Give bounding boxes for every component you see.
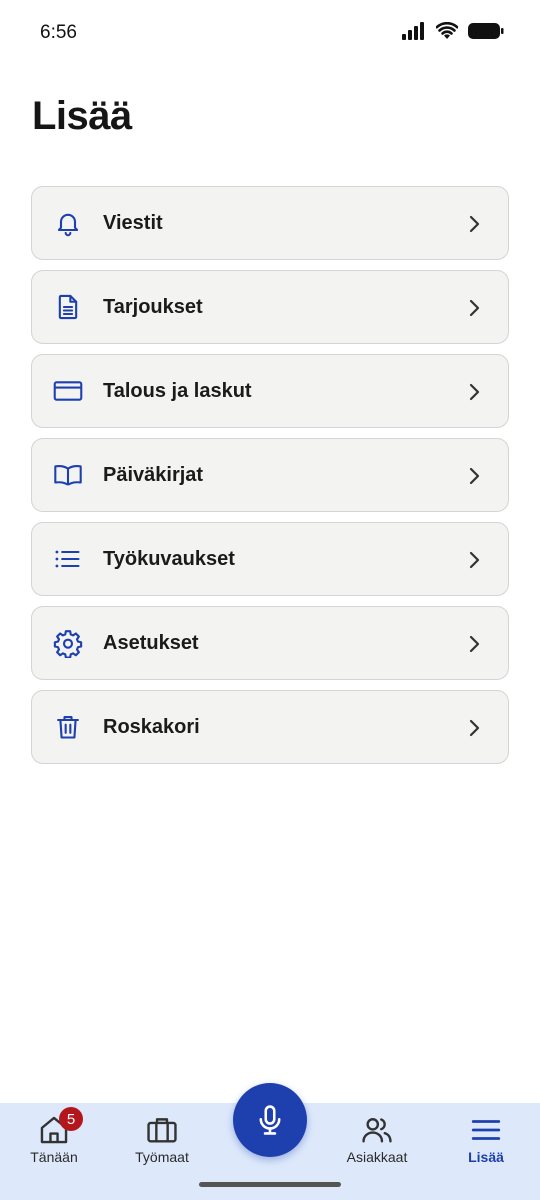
menu-item-paivakirjat[interactable]: Päiväkirjat bbox=[31, 438, 509, 512]
menu-item-asetukset[interactable]: Asetukset bbox=[31, 606, 509, 680]
tab-label: Työmaat bbox=[135, 1149, 189, 1165]
bell-icon bbox=[53, 208, 83, 238]
notification-badge: 5 bbox=[59, 1107, 83, 1131]
voice-record-button[interactable] bbox=[233, 1083, 307, 1157]
home-icon: 5 bbox=[37, 1107, 83, 1147]
home-indicator[interactable] bbox=[199, 1182, 341, 1187]
tab-asiakkaat[interactable]: Asiakkaat bbox=[327, 1103, 427, 1200]
status-bar: 6:56 bbox=[0, 0, 540, 66]
wifi-icon bbox=[436, 22, 458, 39]
menu-item-label: Talous ja laskut bbox=[103, 379, 252, 402]
chevron-right-icon bbox=[469, 551, 480, 569]
trash-icon bbox=[53, 712, 83, 742]
menu-icon bbox=[469, 1113, 503, 1147]
microphone-icon bbox=[259, 1105, 281, 1135]
chevron-right-icon bbox=[469, 467, 480, 485]
chevron-right-icon bbox=[469, 383, 480, 401]
page-title: Lisää bbox=[32, 94, 132, 138]
menu-list: Viestit Tarjoukset Talous ja laskut Päiv… bbox=[31, 186, 509, 764]
menu-item-roskakori[interactable]: Roskakori bbox=[31, 690, 509, 764]
document-icon bbox=[53, 292, 83, 322]
signal-icon bbox=[402, 22, 424, 40]
tab-label: Asiakkaat bbox=[346, 1149, 408, 1165]
chevron-right-icon bbox=[469, 215, 480, 233]
tab-label: Lisää bbox=[468, 1149, 504, 1165]
menu-item-tarjoukset[interactable]: Tarjoukset bbox=[31, 270, 509, 344]
menu-item-label: Asetukset bbox=[103, 631, 199, 654]
status-time: 6:56 bbox=[40, 22, 77, 43]
menu-item-label: Viestit bbox=[103, 211, 163, 234]
menu-item-label: Tarjoukset bbox=[103, 295, 203, 318]
chevron-right-icon bbox=[469, 635, 480, 653]
gear-icon bbox=[53, 628, 83, 658]
menu-item-label: Roskakori bbox=[103, 715, 200, 738]
status-icons bbox=[402, 22, 504, 40]
credit-card-icon bbox=[53, 376, 83, 406]
users-icon bbox=[360, 1113, 394, 1147]
chevron-right-icon bbox=[469, 299, 480, 317]
list-icon bbox=[53, 544, 83, 574]
tab-lisaa[interactable]: Lisää bbox=[436, 1103, 536, 1200]
battery-icon bbox=[468, 23, 504, 39]
book-icon bbox=[53, 460, 83, 490]
tab-label: Tänään bbox=[30, 1149, 78, 1165]
menu-item-tyokuvaukset[interactable]: Työkuvaukset bbox=[31, 522, 509, 596]
tab-tyomaat[interactable]: Työmaat bbox=[112, 1103, 212, 1200]
menu-item-talous-ja-laskut[interactable]: Talous ja laskut bbox=[31, 354, 509, 428]
tab-tanaan[interactable]: 5 Tänään bbox=[4, 1103, 104, 1200]
menu-item-label: Päiväkirjat bbox=[103, 463, 204, 486]
menu-item-label: Työkuvaukset bbox=[103, 547, 235, 570]
briefcase-icon bbox=[145, 1113, 179, 1147]
menu-item-viestit[interactable]: Viestit bbox=[31, 186, 509, 260]
chevron-right-icon bbox=[469, 719, 480, 737]
